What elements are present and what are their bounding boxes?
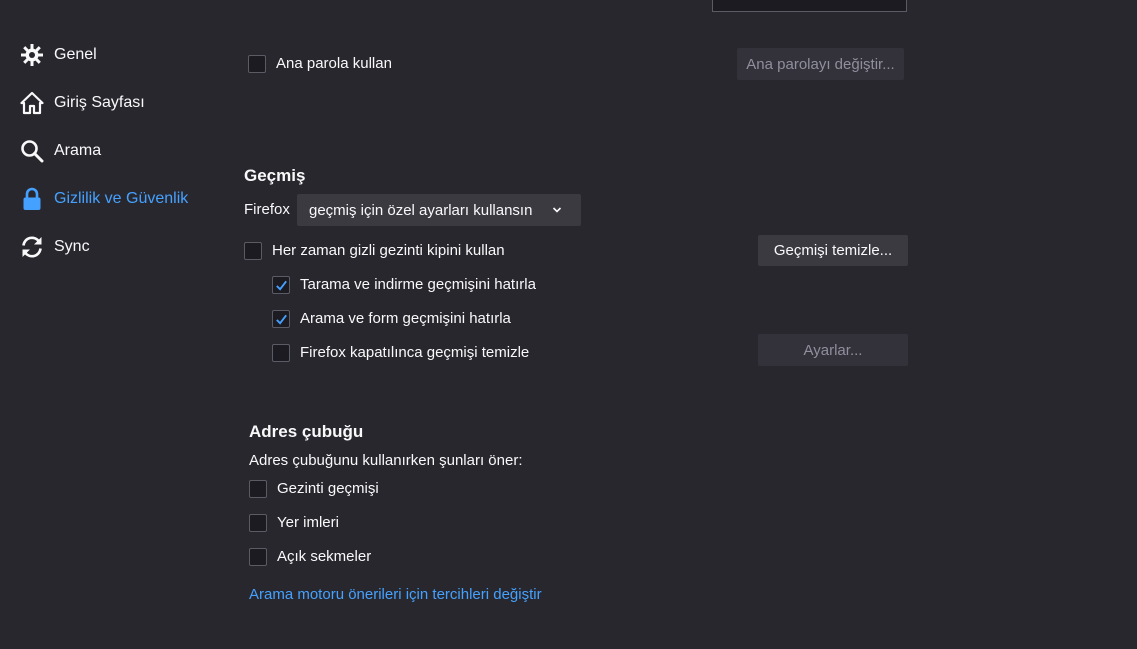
firefox-label: Firefox [244, 201, 290, 218]
history-heading: Geçmiş [244, 166, 306, 185]
checkmark-icon [276, 280, 287, 291]
clear-history-button[interactable]: Geçmişi temizle... [758, 235, 908, 266]
sidebar-item-sync[interactable]: Sync [20, 232, 90, 262]
private-mode-checkbox[interactable] [244, 242, 262, 260]
search-icon [21, 140, 44, 163]
master-password-checkbox[interactable] [248, 55, 266, 73]
home-icon [20, 91, 44, 115]
sidebar-item-label: Gizlilik ve Güvenlik [54, 190, 189, 207]
suggest-open-tabs-checkbox[interactable] [249, 548, 267, 566]
sidebar-item-label: Sync [54, 238, 90, 255]
checkmark-icon [276, 314, 287, 325]
master-password-label: Ana parola kullan [276, 55, 392, 72]
clear-on-close-label: Firefox kapatılınca geçmişi temizle [300, 344, 530, 361]
remember-browsing-label: Tarama ve indirme geçmişini hatırla [300, 276, 536, 293]
suggest-bookmarks-label: Yer imleri [277, 514, 339, 531]
suggest-open-tabs-label: Açık sekmeler [277, 548, 372, 565]
history-mode-select[interactable]: geçmiş için özel ayarları kullansın [297, 194, 581, 226]
suggest-history-checkbox[interactable] [249, 480, 267, 498]
lock-icon [23, 187, 41, 210]
sidebar-item-home[interactable]: Giriş Sayfası [20, 88, 145, 118]
remember-search-checkbox[interactable] [272, 310, 290, 328]
address-bar-heading: Adres çubuğu [249, 422, 364, 441]
change-master-password-button[interactable]: Ana parolayı değiştir... [737, 48, 904, 80]
search-input[interactable] [712, 0, 907, 12]
history-mode-value: geçmiş için özel ayarları kullansın [309, 201, 533, 219]
suggest-bookmarks-checkbox[interactable] [249, 514, 267, 532]
clear-on-close-checkbox[interactable] [272, 344, 290, 362]
sidebar-item-search[interactable]: Arama [20, 136, 101, 166]
sync-icon [22, 236, 42, 258]
history-settings-button[interactable]: Ayarlar... [758, 334, 908, 366]
gear-icon [21, 44, 43, 66]
sidebar-item-label: Genel [54, 46, 97, 63]
search-engine-preferences-link[interactable]: Arama motoru önerileri için tercihleri d… [249, 586, 542, 603]
sidebar-item-label: Giriş Sayfası [54, 94, 145, 111]
sidebar-item-general[interactable]: Genel [20, 40, 97, 70]
private-mode-label: Her zaman gizli gezinti kipini kullan [272, 242, 505, 259]
sidebar-item-privacy[interactable]: Gizlilik ve Güvenlik [20, 184, 188, 214]
chevron-down-icon [552, 207, 562, 213]
remember-browsing-checkbox[interactable] [272, 276, 290, 294]
address-bar-description: Adres çubuğunu kullanırken şunları öner: [249, 452, 523, 469]
remember-search-label: Arama ve form geçmişini hatırla [300, 310, 511, 327]
suggest-history-label: Gezinti geçmişi [277, 480, 379, 497]
sidebar-item-label: Arama [54, 142, 102, 159]
